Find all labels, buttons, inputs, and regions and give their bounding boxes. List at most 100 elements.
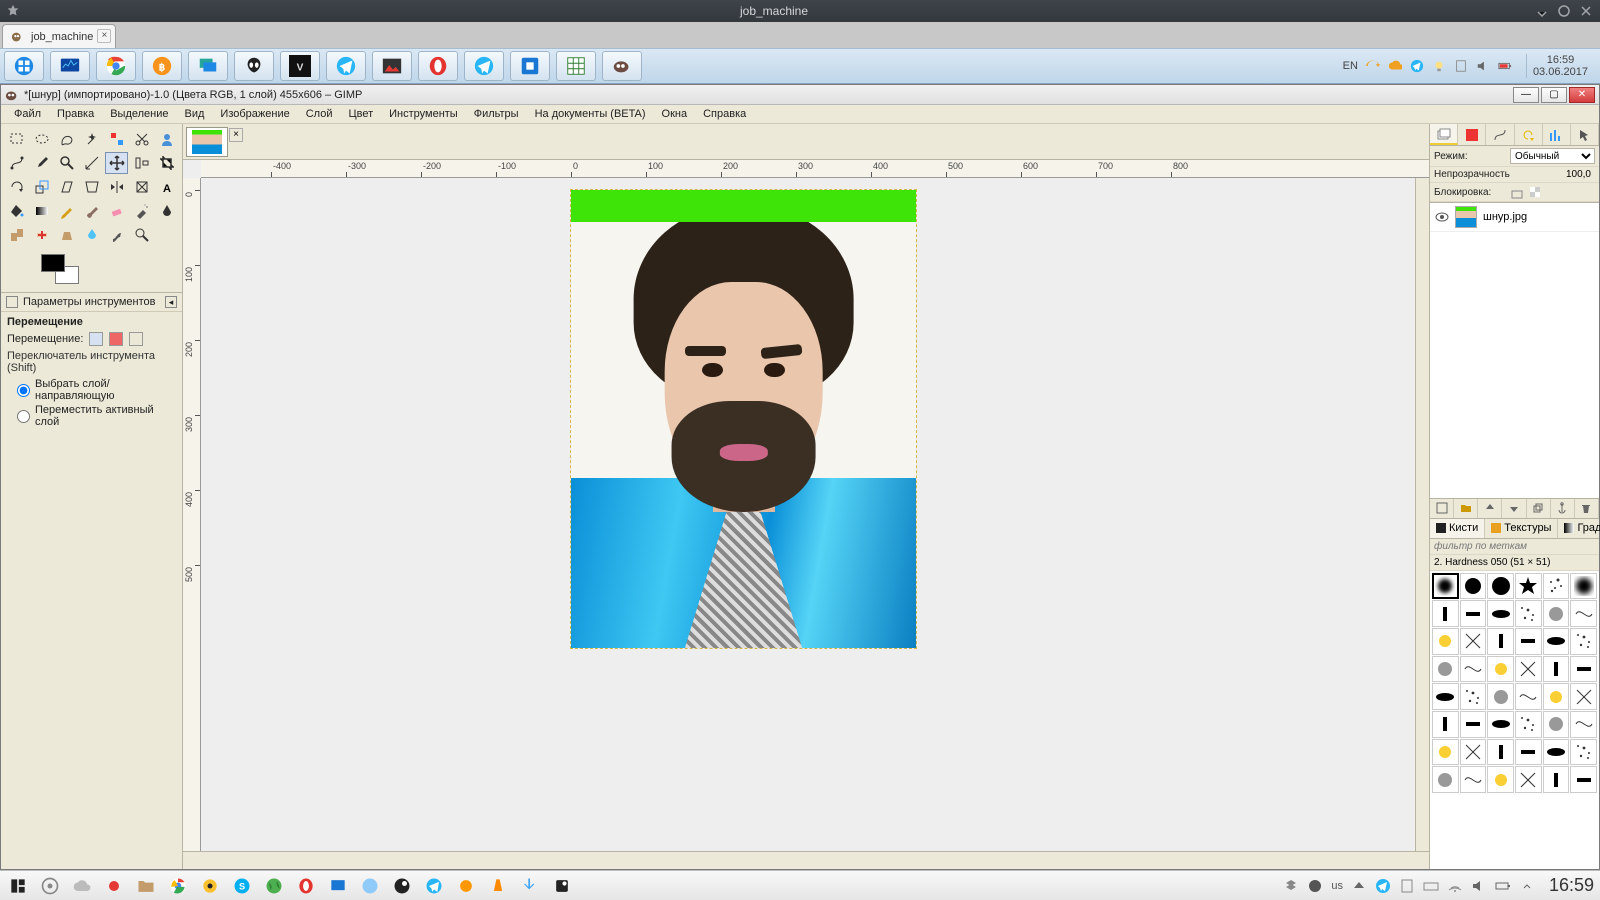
task-red[interactable] <box>102 874 126 898</box>
tool-blend[interactable] <box>30 200 53 222</box>
task-skype[interactable]: S <box>230 874 254 898</box>
brush-cell[interactable] <box>1543 739 1570 766</box>
tab-close-button[interactable]: × <box>97 29 111 43</box>
top-clock[interactable]: 16:59 03.06.2017 <box>1526 54 1588 78</box>
tool-text[interactable]: A <box>155 176 178 198</box>
brush-cell[interactable] <box>1487 656 1514 683</box>
lock-pixels-icon[interactable] <box>1510 185 1524 199</box>
tray-battery-icon[interactable] <box>1498 59 1512 73</box>
tray-sync-icon[interactable] <box>1366 59 1380 73</box>
tab-brushes[interactable]: Кисти <box>1430 519 1485 538</box>
tool-zoom[interactable] <box>55 152 78 174</box>
layer-new[interactable] <box>1430 499 1454 518</box>
ruler-vertical[interactable]: 0 100 200 300 400 500 <box>183 178 201 851</box>
opt-pick-layer[interactable]: Выбрать слой/направляющую <box>7 377 176 403</box>
brush-cell[interactable] <box>1570 711 1597 738</box>
task-download[interactable] <box>518 874 542 898</box>
visibility-icon[interactable] <box>1435 210 1449 224</box>
brush-cell[interactable] <box>1460 711 1487 738</box>
brush-cell[interactable] <box>1487 766 1514 793</box>
brush-cell[interactable] <box>1460 766 1487 793</box>
image-tab-close[interactable]: × <box>229 128 243 142</box>
task-chrome-2[interactable] <box>166 874 190 898</box>
tray-volume-icon[interactable] <box>1476 59 1490 73</box>
layer-delete[interactable] <box>1575 499 1599 518</box>
tool-pencil[interactable] <box>55 200 78 222</box>
tab-paths[interactable] <box>1486 124 1514 145</box>
menu-image[interactable]: Изображение <box>213 106 296 122</box>
tool-heal[interactable] <box>30 224 53 246</box>
task-yellow[interactable] <box>198 874 222 898</box>
task-letter-v[interactable]: V <box>280 51 320 81</box>
brush-cell[interactable] <box>1543 766 1570 793</box>
tool-blur[interactable] <box>80 224 103 246</box>
menu-edit[interactable]: Правка <box>50 106 101 122</box>
brush-cell[interactable] <box>1432 600 1459 627</box>
brush-cell[interactable] <box>1432 683 1459 710</box>
tray-up-icon[interactable] <box>1351 878 1367 894</box>
brush-cell[interactable] <box>1515 573 1542 600</box>
brush-cell[interactable] <box>1543 711 1570 738</box>
task-display[interactable] <box>188 51 228 81</box>
opt-move-active[interactable]: Переместить активный слой <box>7 403 176 429</box>
brush-cell[interactable] <box>1543 573 1570 600</box>
brush-cell[interactable] <box>1432 766 1459 793</box>
brush-cell[interactable] <box>1487 711 1514 738</box>
tool-eraser[interactable] <box>105 200 128 222</box>
gimp-minimize-button[interactable]: — <box>1513 87 1539 103</box>
tool-fuzzy-select[interactable] <box>80 128 103 150</box>
tool-paths[interactable] <box>5 152 28 174</box>
move-mode-path[interactable] <box>129 332 143 346</box>
move-mode-layer[interactable] <box>89 332 103 346</box>
task-telegram-3[interactable] <box>422 874 446 898</box>
tool-rect-select[interactable] <box>5 128 28 150</box>
brush-cell[interactable] <box>1543 683 1570 710</box>
task-steam[interactable] <box>390 874 414 898</box>
bottom-lang[interactable]: us <box>1331 880 1343 892</box>
tray-keyboard-icon[interactable] <box>1423 878 1439 894</box>
brush-cell[interactable] <box>1515 683 1542 710</box>
activities-icon[interactable] <box>38 874 62 898</box>
tool-align[interactable] <box>130 152 153 174</box>
browser-tab[interactable]: job_machine × <box>2 24 116 48</box>
tool-scissors[interactable] <box>130 128 153 150</box>
tray-volume-bottom[interactable] <box>1471 878 1487 894</box>
kde-menu-button[interactable] <box>6 874 30 898</box>
brush-cell[interactable] <box>1432 711 1459 738</box>
task-tool[interactable] <box>510 51 550 81</box>
tray-dropbox-icon[interactable] <box>1283 878 1299 894</box>
tool-move[interactable] <box>105 152 128 174</box>
brush-cell[interactable] <box>1460 739 1487 766</box>
brush-cell[interactable] <box>1515 739 1542 766</box>
tool-crop[interactable] <box>155 152 178 174</box>
menu-help[interactable]: Справка <box>696 106 753 122</box>
brush-filter[interactable]: фильтр по меткам <box>1430 539 1599 555</box>
task-vlc[interactable] <box>486 874 510 898</box>
brush-cell[interactable] <box>1460 683 1487 710</box>
task-files[interactable] <box>134 874 158 898</box>
task-monitor[interactable] <box>50 51 90 81</box>
menu-documents[interactable]: На документы (BETA) <box>528 106 653 122</box>
task-window[interactable] <box>326 874 350 898</box>
tool-shear[interactable] <box>55 176 78 198</box>
task-telegram-2[interactable] <box>464 51 504 81</box>
brush-cell[interactable] <box>1460 573 1487 600</box>
kde-close-button[interactable] <box>1578 3 1594 19</box>
layers-list[interactable]: шнур.jpg <box>1430 202 1599 499</box>
brush-cell[interactable] <box>1570 656 1597 683</box>
brush-cell[interactable] <box>1543 656 1570 683</box>
lang-indicator[interactable]: EN <box>1343 60 1358 72</box>
image-canvas[interactable] <box>571 190 916 648</box>
tool-clone[interactable] <box>5 224 28 246</box>
brush-cell[interactable] <box>1515 656 1542 683</box>
brush-cell[interactable] <box>1432 573 1459 600</box>
menu-view[interactable]: Вид <box>178 106 212 122</box>
tray-cloud-icon[interactable] <box>1388 59 1402 73</box>
layer-name[interactable]: шнур.jpg <box>1483 211 1527 223</box>
brush-cell[interactable] <box>1570 600 1597 627</box>
tool-scale[interactable] <box>30 176 53 198</box>
tab-gradients[interactable]: Градиенты <box>1558 519 1600 538</box>
gimp-maximize-button[interactable]: ▢ <box>1541 87 1567 103</box>
brush-cell[interactable] <box>1432 628 1459 655</box>
layer-down[interactable] <box>1502 499 1526 518</box>
